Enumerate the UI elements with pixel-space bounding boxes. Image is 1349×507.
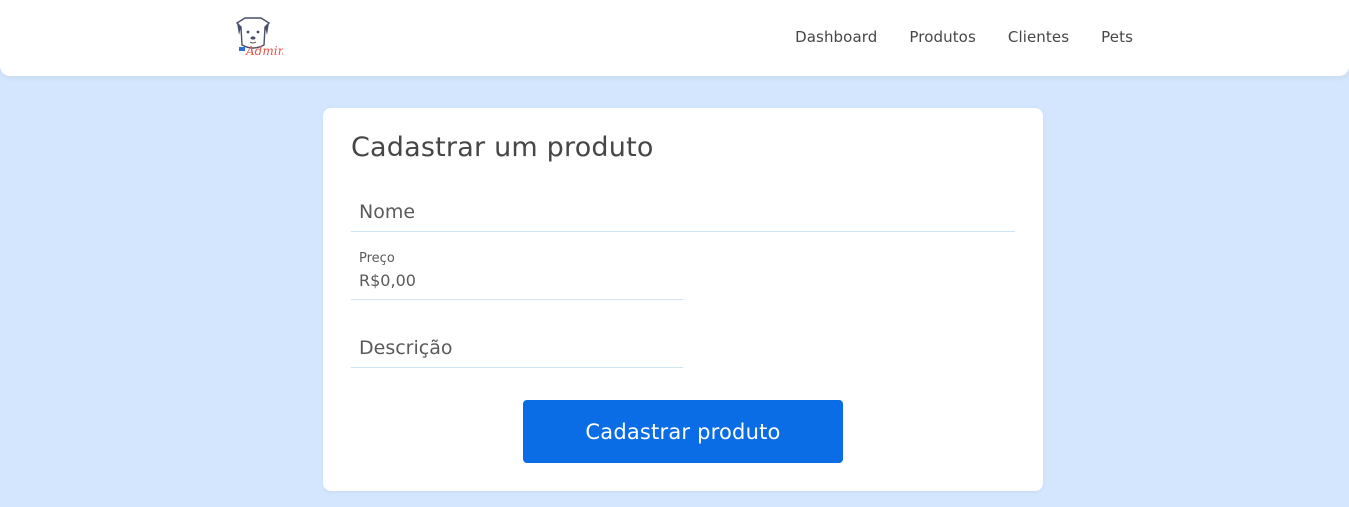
descricao-input[interactable]	[359, 334, 679, 362]
nav-produtos[interactable]: Produtos	[909, 27, 976, 47]
nav-pets[interactable]: Pets	[1101, 27, 1133, 47]
nav-dashboard[interactable]: Dashboard	[795, 27, 877, 47]
svg-text:Admin: Admin	[245, 44, 283, 58]
main-nav: Dashboard Produtos Clientes Pets	[795, 27, 1133, 47]
preco-input[interactable]	[359, 268, 679, 292]
descricao-field	[351, 326, 683, 368]
form-title: Cadastrar um produto	[351, 132, 654, 163]
preco-field: Preço	[351, 248, 683, 300]
submit-button[interactable]: Cadastrar produto	[523, 400, 843, 463]
nav-clientes[interactable]: Clientes	[1008, 27, 1069, 47]
logo-dog-icon[interactable]: Admin	[231, 15, 283, 59]
nome-input[interactable]	[359, 198, 1009, 226]
top-header: Admin Dashboard Produtos Clientes Pets	[0, 0, 1349, 76]
nome-field	[351, 194, 1015, 232]
product-form-card: Cadastrar um produto Preço Cadastrar pro…	[323, 108, 1043, 491]
preco-label: Preço	[359, 251, 395, 266]
